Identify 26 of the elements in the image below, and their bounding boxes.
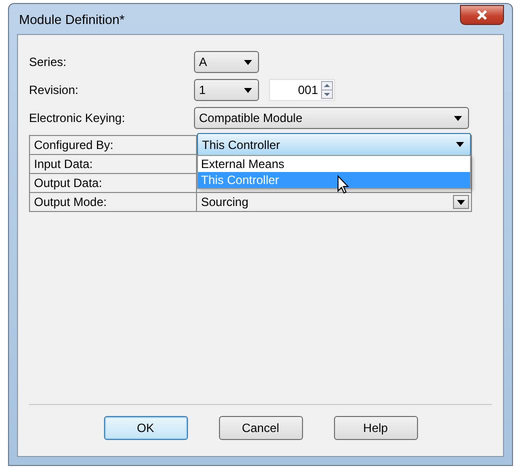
electronic-keying-dropdown[interactable]: Compatible Module: [194, 107, 469, 129]
property-label: Output Mode:: [30, 193, 197, 211]
dialog-button[interactable]: Cancel: [218, 416, 302, 440]
series-dropdown[interactable]: A: [194, 51, 259, 73]
caret-icon: [244, 60, 252, 64]
dropdown-option[interactable]: External Means: [198, 156, 470, 172]
caret-icon: [456, 142, 464, 147]
window-title: Module Definition*: [18, 12, 125, 26]
dropdown-button[interactable]: [453, 195, 469, 209]
spinner-arrows-icon: [321, 81, 333, 99]
caret-icon: [244, 88, 252, 92]
revision-dropdown[interactable]: 1: [194, 79, 259, 101]
close-icon: [475, 9, 489, 21]
property-label: Output Data:: [30, 174, 197, 192]
revision-label: Revision:: [29, 83, 80, 97]
dialog-button[interactable]: OK: [104, 416, 188, 440]
close-button[interactable]: [460, 5, 504, 25]
caret-icon: [454, 116, 462, 120]
caret-icon: [457, 200, 465, 204]
revision-spinner[interactable]: 001: [269, 79, 335, 101]
dialog-button[interactable]: Help: [334, 416, 418, 440]
property-label: Input Data:: [30, 155, 197, 173]
property-value: Sourcing: [200, 195, 248, 209]
series-label: Series:: [29, 55, 68, 69]
electronic-keying-label: Electronic Keying:: [29, 111, 126, 125]
configured-by-dropdown[interactable]: This Controller: [197, 133, 471, 156]
